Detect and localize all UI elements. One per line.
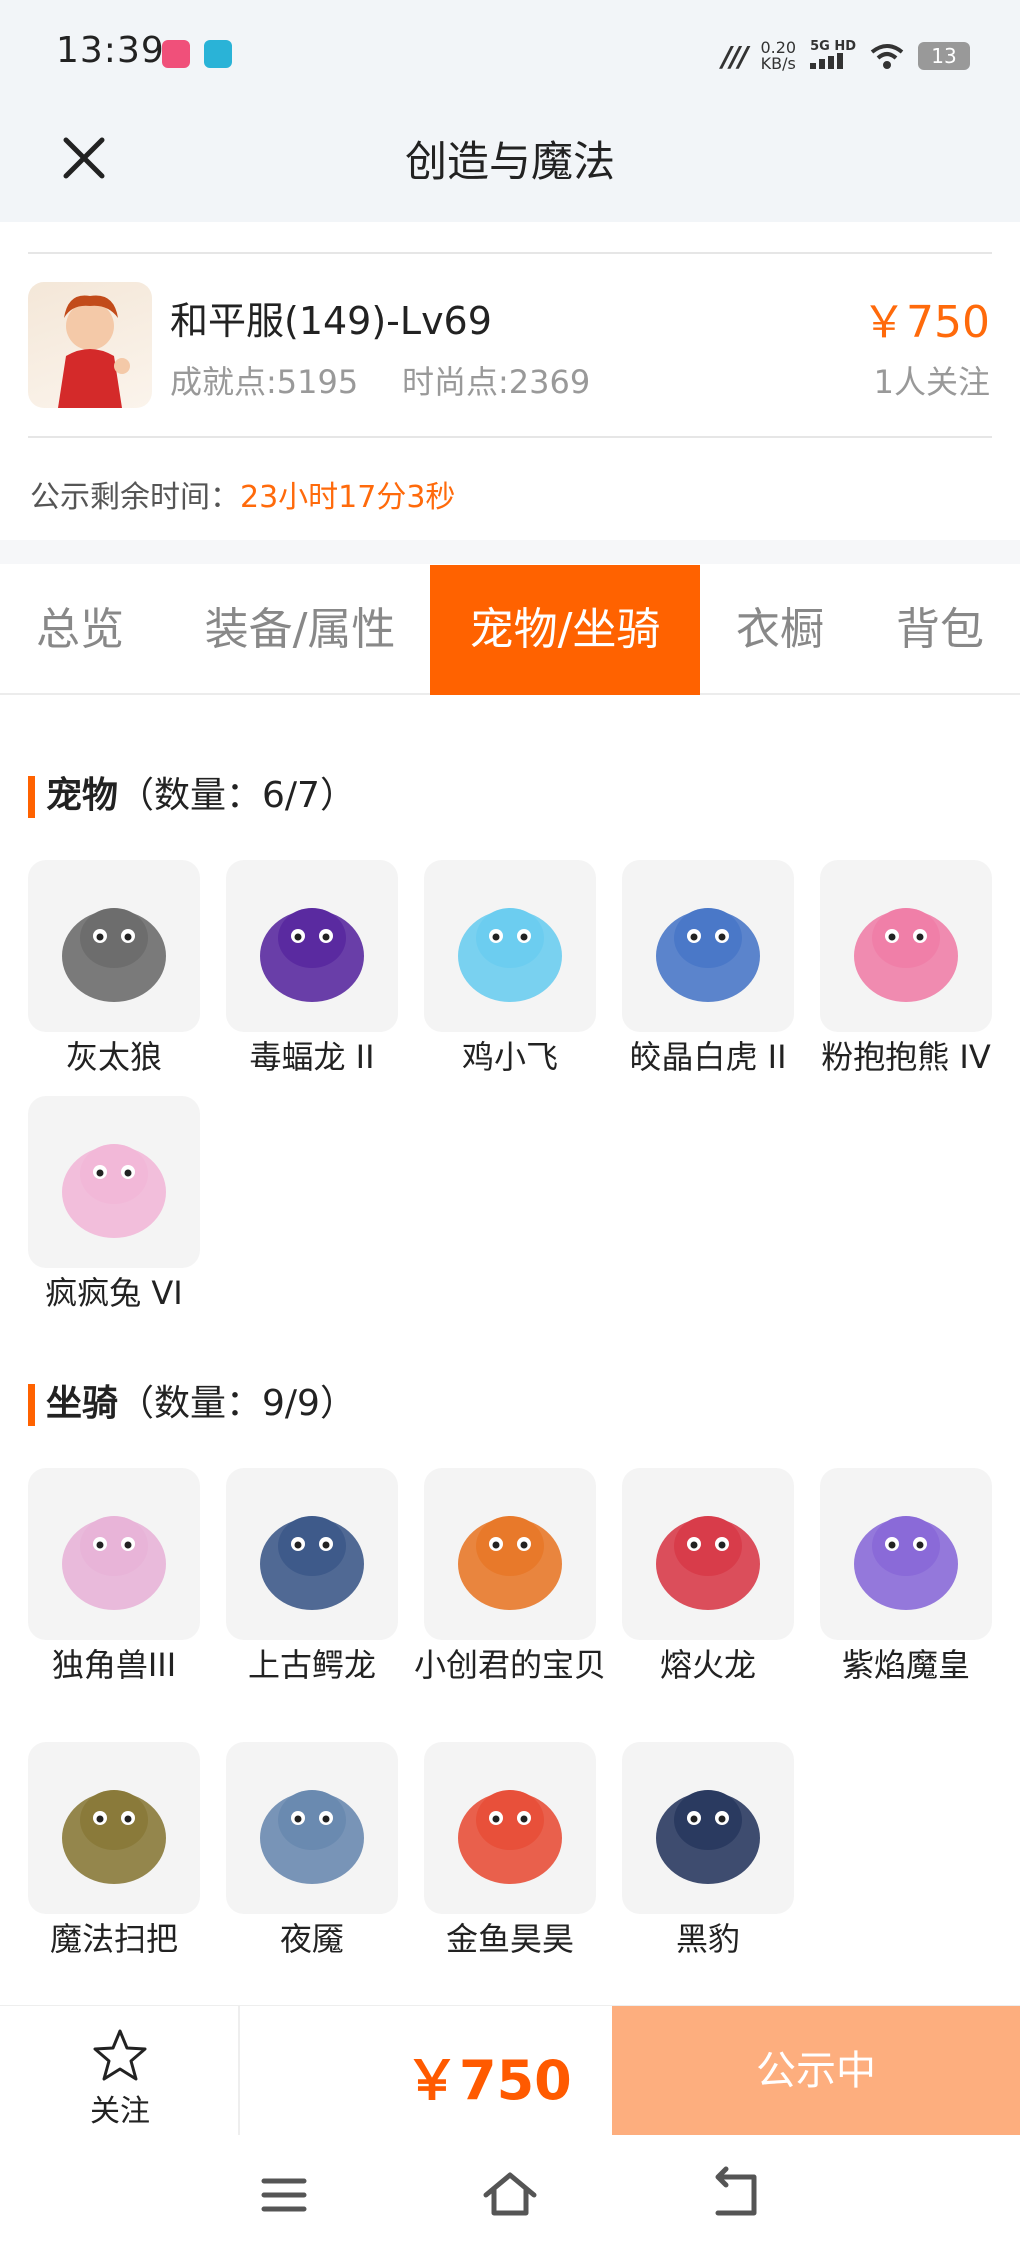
mount-name: 魔法扫把	[49, 1920, 178, 1958]
mount-item[interactable]: 紫焰魔皇	[820, 1468, 992, 1684]
follow-button[interactable]: 关注	[0, 2006, 240, 2136]
wifi-icon	[870, 44, 904, 69]
public-status-button[interactable]: 公示中	[612, 2006, 1020, 2136]
mount-name: 独角兽III	[51, 1646, 177, 1684]
follower-count: 1人关注	[873, 363, 990, 401]
pet-image	[28, 860, 200, 1032]
section-gap	[0, 540, 1020, 564]
pet-image	[820, 860, 992, 1032]
account-name: 和平服(149)-Lv69	[170, 299, 492, 343]
mount-item[interactable]: 熔火龙	[622, 1468, 794, 1684]
mount-name: 紫焰魔皇	[841, 1646, 970, 1684]
pet-image	[622, 860, 794, 1032]
divider	[28, 252, 992, 254]
mount-image	[28, 1742, 200, 1914]
pet-item[interactable]: 皎晶白虎 II	[622, 860, 794, 1076]
mount-item[interactable]: 黑豹	[622, 1742, 794, 1958]
mount-image	[28, 1468, 200, 1640]
account-price: ￥750	[862, 297, 990, 348]
mount-name: 夜魇	[279, 1920, 344, 1958]
mount-image	[226, 1468, 398, 1640]
network-speed: 0.20 KB/s	[760, 38, 797, 73]
pet-name: 疯疯兔 VI	[45, 1274, 183, 1312]
remaining-time-value: 23小时17分3秒	[240, 480, 456, 515]
home-icon[interactable]	[480, 2165, 540, 2225]
menu-icon[interactable]	[254, 2165, 314, 2225]
tab-pets-mounts[interactable]: 宠物/坐骑	[430, 565, 700, 695]
pets-section-title: 宠物（数量：6/7）	[28, 766, 356, 818]
pet-name: 粉抱抱熊 IV	[821, 1038, 991, 1076]
mount-image	[226, 1742, 398, 1914]
mounts-section-title: 坐骑（数量：9/9）	[28, 1374, 356, 1426]
system-nav-bar	[0, 2135, 1020, 2255]
pet-item[interactable]: 疯疯兔 VI	[28, 1096, 200, 1312]
mount-name: 小创君的宝贝	[413, 1646, 606, 1684]
tab-wardrobe[interactable]: 衣橱	[710, 565, 850, 695]
pet-item[interactable]: 毒蝠龙 II	[226, 860, 398, 1076]
page-title: 创造与魔法	[404, 137, 615, 186]
mount-item[interactable]: 夜魇	[226, 1742, 398, 1958]
app-header: 创造与魔法	[0, 110, 1020, 222]
star-icon	[93, 2029, 147, 2081]
back-icon[interactable]	[706, 2165, 766, 2225]
pet-name: 鸡小飞	[461, 1038, 558, 1076]
tab-overview[interactable]: 总览	[0, 565, 160, 695]
bottom-action-bar: 关注 ￥750 公示中	[0, 2005, 1020, 2136]
pet-image	[226, 860, 398, 1032]
pet-image	[28, 1096, 200, 1268]
tab-equipment[interactable]: 装备/属性	[180, 565, 420, 695]
mount-item[interactable]: 小创君的宝贝	[414, 1468, 606, 1684]
mount-image	[622, 1742, 794, 1914]
bottom-price: ￥750	[405, 2049, 572, 2112]
remaining-time: 公示剩余时间：23小时17分3秒	[30, 480, 456, 515]
app-icon-pink	[162, 40, 190, 68]
status-bar: 13:39 /// 0.20 KB/s 5G HD 13	[0, 0, 1020, 110]
mount-image	[622, 1468, 794, 1640]
mount-image	[820, 1468, 992, 1640]
pet-name: 灰太狼	[65, 1038, 162, 1076]
mount-name: 黑豹	[675, 1920, 740, 1958]
achievement-points: 成就点:5195	[170, 363, 359, 401]
fashion-points: 时尚点:2369	[402, 363, 591, 401]
app-icon-blue	[204, 40, 232, 68]
mount-item[interactable]: 上古鳄龙	[226, 1468, 398, 1684]
tab-bar: 总览 装备/属性 宠物/坐骑 衣橱 背包	[0, 565, 1020, 695]
status-time: 13:39	[56, 30, 165, 71]
mount-image	[424, 1742, 596, 1914]
mount-name: 金鱼昊昊	[445, 1920, 574, 1958]
pet-name: 皎晶白虎 II	[629, 1038, 787, 1076]
pet-item[interactable]: 灰太狼	[28, 860, 200, 1076]
divider	[28, 436, 992, 438]
pet-item[interactable]: 鸡小飞	[424, 860, 596, 1076]
mount-item[interactable]: 魔法扫把	[28, 1742, 200, 1958]
pet-name: 毒蝠龙 II	[249, 1038, 375, 1076]
pet-item[interactable]: 粉抱抱熊 IV	[820, 860, 992, 1076]
mount-item[interactable]: 独角兽III	[28, 1468, 200, 1684]
avatar	[28, 282, 152, 408]
mount-name: 上古鳄龙	[247, 1646, 376, 1684]
signal-icon: 5G HD	[810, 40, 856, 72]
mount-item[interactable]: 金鱼昊昊	[424, 1742, 596, 1958]
tab-backpack[interactable]: 背包	[860, 565, 1020, 695]
mount-name: 熔火龙	[659, 1646, 756, 1684]
battery-icon: 13	[918, 42, 970, 70]
pet-image	[424, 860, 596, 1032]
mount-image	[424, 1468, 596, 1640]
hd-icon: ///	[721, 39, 749, 73]
